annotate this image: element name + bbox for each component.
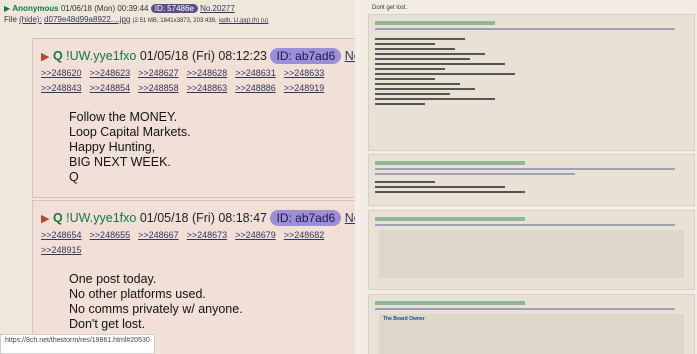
post-tripcode: !UW.yye1fxo [66,211,137,225]
op-name: Anonymous [12,4,59,13]
right-top-text: Dont get lost. [372,5,408,11]
reply-link[interactable]: >>248886 [235,83,276,93]
post-id-badge[interactable]: ID: ab7ad6 [270,48,342,64]
left-panel: ▶ Anonymous 01/06/18 (Mon) 00:39:44 ID: … [0,0,355,354]
post-body: Follow the MONEY. Loop Capital Markets. … [33,96,355,185]
post-line: No other platforms used. [69,287,206,301]
expand-triangle-icon[interactable]: ▶ [41,51,49,63]
post-name: Q [52,49,63,63]
reply-link[interactable]: >>248627 [138,68,179,78]
post-number[interactable]: No. [345,211,355,225]
reply-link[interactable]: >>248863 [187,83,228,93]
post-reply-links: >>248654 >>248655 >>248667 >>248673 >>248679… [33,225,355,258]
post-line: Happy Hunting, [69,140,156,154]
file-name-link[interactable]: d079e48d99a8922....jpg [44,15,130,24]
reply-link[interactable]: >>248667 [138,230,179,240]
post-line: BIG NEXT WEEK. [69,155,171,169]
op-datetime: 01/06/18 (Mon) 00:39:44 [60,4,149,13]
reply-link[interactable]: >>248854 [90,83,131,93]
reply-link[interactable]: >>248654 [41,230,82,240]
preview-post-2 [368,154,695,206]
post-line: Follow the MONEY. [69,110,178,124]
post-header: ▶ Q !UW.yye1fxo 01/05/18 (Fri) 08:12:23 … [33,39,355,64]
status-bar-url: https://8ch.net/thestorm/res/19861.html#… [0,334,155,354]
post-reply-links: >>248620 >>248623 >>248627 >>248628 >>248631… [33,63,355,96]
reply-link[interactable]: >>248679 [235,230,276,240]
reply-link[interactable]: >>248858 [138,83,179,93]
post-line: Loop Capital Markets. [69,125,191,139]
post-datetime: 01/05/18 (Fri) 08:18:47 [139,211,267,225]
reply-link[interactable]: >>248673 [187,230,228,240]
post-number[interactable]: No. [345,49,355,63]
preview-post-4: The Board Owner [368,294,695,354]
reply-link[interactable]: >>248623 [90,68,131,78]
file-meta: (2.51 MB, 1841x3873, 203:439, [132,18,217,24]
right-panel-thread-preview: Dont get lost. The Board Owner [362,0,697,354]
reply-link[interactable]: >>248631 [235,68,276,78]
post-line: No comms privately w/ anyone. [69,302,243,316]
post-line: Don't get lost. [69,317,146,331]
post-line: One post today. [69,272,157,286]
post-datetime: 01/05/18 (Fri) 08:12:23 [139,49,267,63]
preview-post-3 [368,210,695,290]
reply-link[interactable]: >>248655 [90,230,131,240]
reply-link[interactable]: >>248843 [41,83,82,93]
q-post-1: ▶ Q !UW.yye1fxo 01/05/18 (Fri) 08:12:23 … [32,38,355,198]
reply-link[interactable]: >>248633 [284,68,325,78]
post-id-badge[interactable]: ID: ab7ad6 [270,210,342,226]
expand-triangle-icon[interactable]: ▶ [41,213,49,225]
post-tripcode: !UW.yye1fxo [66,49,137,63]
post-line: Q [69,170,79,184]
op-post-header: ▶ Anonymous 01/06/18 (Mon) 00:39:44 ID: … [4,4,354,37]
reply-link[interactable]: >>248682 [284,230,325,240]
q-post-2: ▶ Q !UW.yye1fxo 01/05/18 (Fri) 08:18:47 … [32,200,355,354]
expand-arrow-icon[interactable]: ▶ [4,4,10,13]
op-post-number[interactable]: No.20277 [200,4,235,13]
post-header: ▶ Q !UW.yye1fxo 01/05/18 (Fri) 08:18:47 … [33,201,355,226]
preview-post-1 [368,14,695,151]
file-hide-link[interactable]: (hide): [19,15,42,24]
reply-link[interactable]: >>248919 [284,83,325,93]
nested-post-name: The Board Owner [379,314,684,354]
file-extra-links[interactable]: iqdb, LI.jpg) (h) (u) [219,18,268,24]
reply-link[interactable]: >>248620 [41,68,82,78]
reply-link[interactable]: >>248628 [187,68,228,78]
file-label: File [4,15,17,24]
op-id-badge[interactable]: ID: 57486e [150,4,198,13]
reply-link[interactable]: >>248915 [41,245,82,255]
post-name: Q [52,211,63,225]
